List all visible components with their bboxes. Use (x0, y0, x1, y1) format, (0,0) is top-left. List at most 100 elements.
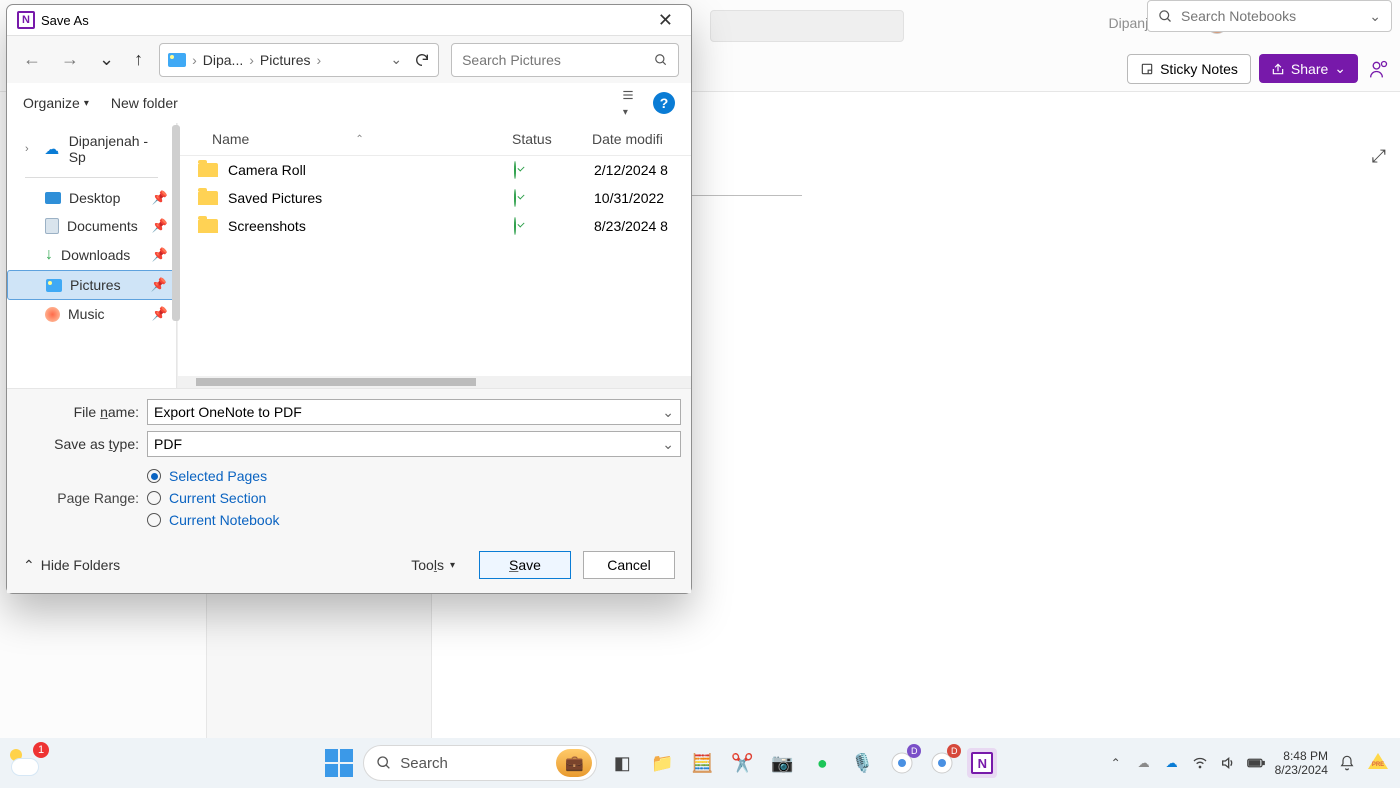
pictures-icon (46, 279, 62, 292)
dialog-nav: ← → ⌄ ↑ › Dipa... › Pictures › ⌄ Search … (7, 35, 691, 83)
chrome-profile2-button[interactable]: D (927, 748, 957, 778)
dialog-search[interactable]: Search Pictures (451, 43, 679, 77)
file-row[interactable]: Camera Roll 2/12/2024 8 (178, 156, 691, 184)
view-menu[interactable]: ▾ (619, 88, 637, 118)
wifi-icon[interactable] (1191, 754, 1209, 772)
breadcrumb-sep: › (316, 52, 321, 68)
dialog-titlebar: N Save As ✕ (7, 5, 691, 35)
sticky-notes-button[interactable]: Sticky Notes (1127, 54, 1251, 84)
sidebar-scrollbar[interactable] (172, 125, 180, 321)
pin-icon: 📌 (152, 247, 168, 263)
file-name: Saved Pictures (228, 190, 514, 206)
file-date: 8/23/2024 8 (594, 218, 677, 234)
new-folder-button[interactable]: New folder (111, 95, 178, 111)
save-type-value: PDF (154, 436, 182, 452)
nav-back-button[interactable]: ← (19, 45, 45, 74)
notifications-icon[interactable] (1338, 754, 1356, 772)
music-icon (45, 307, 60, 322)
volume-icon[interactable] (1219, 754, 1237, 772)
battery-icon[interactable] (1247, 754, 1265, 772)
breadcrumb-part1[interactable]: Dipa... (203, 52, 243, 68)
sidebar-pictures-label: Pictures (70, 277, 121, 293)
file-explorer-button[interactable]: 📁 (647, 748, 677, 778)
chrome-profile1-button[interactable]: D (887, 748, 917, 778)
file-name-input[interactable]: Export OneNote to PDF ⌄ (147, 399, 681, 425)
chevron-down-icon[interactable]: ⌄ (662, 404, 674, 421)
sync-ok-icon (514, 189, 516, 207)
snipping-tool-button[interactable]: ✂️ (727, 748, 757, 778)
nav-recent-button[interactable]: ⌄ (95, 45, 118, 74)
task-view-button[interactable]: ◧ (607, 748, 637, 778)
start-button[interactable] (325, 749, 353, 777)
sidebar-pictures[interactable]: Pictures 📌 (7, 270, 176, 300)
onedrive-tray-icon-2[interactable]: ☁ (1163, 754, 1181, 772)
nav-forward-button[interactable]: → (57, 45, 83, 74)
chevron-right-icon: › (25, 143, 35, 155)
horizontal-scrollbar[interactable] (178, 376, 691, 388)
activity-button[interactable] (1366, 56, 1392, 82)
pre-icon[interactable]: PRE (1366, 751, 1390, 775)
chevron-up-icon: ⌃ (23, 557, 35, 574)
breadcrumb[interactable]: › Dipa... › Pictures › ⌄ (159, 43, 439, 77)
downloads-icon: ↓ (45, 246, 53, 264)
dialog-form: File name: Export OneNote to PDF ⌄ Save … (7, 388, 691, 537)
file-row[interactable]: Saved Pictures 10/31/2022 (178, 184, 691, 212)
sidebar-documents[interactable]: Documents 📌 (7, 212, 176, 240)
scrollbar-thumb[interactable] (196, 378, 476, 386)
onenote-taskbar-button[interactable]: N (967, 748, 997, 778)
column-date-header[interactable]: Date modifi (592, 131, 677, 147)
documents-icon (45, 218, 59, 234)
sidebar-downloads[interactable]: ↓ Downloads 📌 (7, 240, 176, 270)
column-name-header[interactable]: Name ⌃ (212, 131, 512, 147)
breadcrumb-sep: › (249, 52, 254, 68)
radio-label: Selected Pages (169, 468, 267, 484)
sidebar-cloud[interactable]: › ☁ Dipanjenah - Sp (7, 127, 176, 171)
nav-up-button[interactable]: ↑ (130, 45, 147, 74)
tools-menu[interactable]: Tools ▾ (411, 557, 455, 573)
mic-button[interactable]: 🎙️ (847, 748, 877, 778)
file-name: Camera Roll (228, 162, 514, 178)
onedrive-tray-icon[interactable]: ☁ (1135, 754, 1153, 772)
breadcrumb-dropdown[interactable]: ⌄ (390, 51, 402, 68)
pin-icon: 📌 (152, 218, 168, 234)
search-icon (654, 53, 668, 67)
save-button[interactable]: Save (479, 551, 571, 579)
save-type-select[interactable]: PDF ⌄ (147, 431, 681, 457)
sync-ok-icon (514, 161, 516, 179)
share-button[interactable]: Share ⌄ (1259, 54, 1358, 83)
file-row[interactable]: Screenshots 8/23/2024 8 (178, 212, 691, 240)
refresh-button[interactable] (414, 52, 430, 68)
sidebar-desktop[interactable]: Desktop 📌 (7, 184, 176, 212)
pin-icon: 📌 (152, 190, 168, 206)
taskbar-search[interactable]: Search 💼 (363, 745, 597, 781)
column-status-header[interactable]: Status (512, 131, 592, 147)
hide-folders-button[interactable]: ⌃ Hide Folders (23, 557, 120, 574)
taskbar-weather[interactable]: 1 (10, 745, 46, 781)
person-icon (1369, 59, 1389, 79)
calculator-button[interactable]: 🧮 (687, 748, 717, 778)
chevron-down-icon: ⌄ (1334, 60, 1346, 77)
pin-icon: 📌 (151, 277, 167, 293)
radio-icon (147, 469, 161, 483)
cancel-button[interactable]: Cancel (583, 551, 675, 579)
radio-current-notebook[interactable]: Current Notebook (147, 509, 280, 531)
file-name-value: Export OneNote to PDF (154, 404, 302, 420)
radio-current-section[interactable]: Current Section (147, 487, 280, 509)
radio-selected-pages[interactable]: Selected Pages (147, 465, 280, 487)
taskbar-clock[interactable]: 8:48 PM 8/23/2024 (1275, 749, 1328, 778)
sidebar-documents-label: Documents (67, 218, 138, 234)
camera-button[interactable]: 📷 (767, 748, 797, 778)
chevron-down-icon[interactable]: ⌄ (662, 436, 674, 453)
organize-menu[interactable]: Organize ▾ (23, 95, 89, 111)
spotify-button[interactable]: ● (807, 748, 837, 778)
tray-overflow[interactable]: ⌃ (1107, 754, 1125, 772)
search-icon (376, 755, 392, 771)
onenote-top-search[interactable] (710, 10, 904, 42)
file-list: Name ⌃ Status Date modifi Camera Roll 2/… (177, 123, 691, 388)
dialog-close-button[interactable]: ✕ (650, 8, 681, 33)
search-notebooks[interactable]: Search Notebooks ⌄ (1147, 0, 1392, 32)
breadcrumb-part2[interactable]: Pictures (260, 52, 311, 68)
help-button[interactable]: ? (653, 92, 675, 114)
sidebar-music[interactable]: Music 📌 (7, 300, 176, 328)
sync-ok-icon (514, 217, 516, 235)
